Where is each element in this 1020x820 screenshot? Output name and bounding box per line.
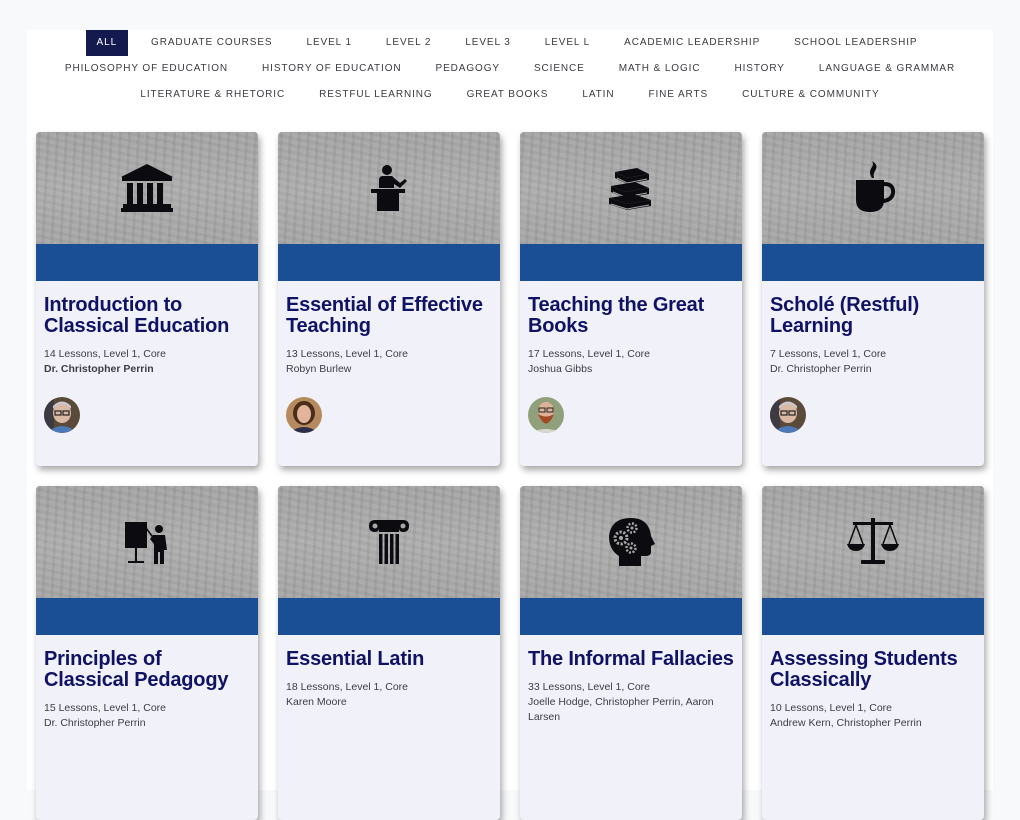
card-band <box>520 244 742 281</box>
course-author: Dr. Christopher Perrin <box>44 717 146 729</box>
course-card[interactable]: Assessing Students Classically 10 Lesson… <box>762 486 984 820</box>
filter-row-3: Literature & Rhetoric Restful Learning G… <box>27 82 993 108</box>
course-meta: 13 Lessons, Level 1, Core <box>286 348 408 360</box>
card-header-image <box>520 486 742 598</box>
filter-level-1[interactable]: Level 1 <box>290 30 369 56</box>
course-card[interactable]: Teaching the Great Books 17 Lessons, Lev… <box>520 132 742 466</box>
coffee-cup-icon <box>856 161 896 212</box>
filter-level-2[interactable]: Level 2 <box>369 30 448 56</box>
filter-academic-leadership[interactable]: Academic Leadership <box>607 30 777 56</box>
avatar-joshua-gibbs <box>528 397 564 433</box>
course-meta: 15 Lessons, Level 1, Core <box>44 702 166 714</box>
card-band <box>278 244 500 281</box>
card-header-image <box>762 132 984 244</box>
course-card[interactable]: Essential of Effective Teaching 13 Lesso… <box>278 132 500 466</box>
card-band <box>278 598 500 635</box>
course-title[interactable]: Essential Latin <box>286 649 492 670</box>
course-title[interactable]: Introduction to Classical Education <box>44 295 250 337</box>
course-author: Andrew Kern, Christopher Perrin <box>770 717 922 729</box>
course-title[interactable]: Scholé (Restful) Learning <box>770 295 976 337</box>
course-card[interactable]: Introduction to Classical Education 14 L… <box>36 132 258 466</box>
card-header-image <box>762 486 984 598</box>
course-card[interactable]: Scholé (Restful) Learning 7 Lessons, Lev… <box>762 132 984 466</box>
course-title[interactable]: Essential of Effective Teaching <box>286 295 492 337</box>
ionic-column-icon <box>369 520 409 564</box>
card-header-image <box>36 486 258 598</box>
course-meta: 18 Lessons, Level 1, Core <box>286 681 408 693</box>
course-title[interactable]: Principles of Classical Pedagogy <box>44 649 250 691</box>
card-band <box>36 598 258 635</box>
filter-fine-arts[interactable]: Fine Arts <box>631 82 725 108</box>
course-author: Joelle Hodge, Christopher Perrin, Aaron … <box>528 696 714 723</box>
teacher-board-icon <box>125 522 167 564</box>
filter-literature-rhetoric[interactable]: Literature & Rhetoric <box>123 82 302 108</box>
course-author: Dr. Christopher Perrin <box>770 363 872 375</box>
filter-history-of-education[interactable]: History of Education <box>245 56 419 82</box>
avatar-christopher-perrin <box>44 397 80 433</box>
category-filter-bar: All Graduate Courses Level 1 Level 2 Lev… <box>27 30 993 108</box>
filter-row-2: Philosophy of Education History of Educa… <box>27 56 993 82</box>
course-catalog-panel: All Graduate Courses Level 1 Level 2 Lev… <box>27 30 993 820</box>
course-card[interactable]: The Informal Fallacies 33 Lessons, Level… <box>520 486 742 820</box>
filter-philosophy-of-education[interactable]: Philosophy of Education <box>48 56 245 82</box>
head-gears-icon <box>609 518 655 566</box>
card-band <box>36 244 258 281</box>
teacher-podium-icon <box>371 165 407 211</box>
course-grid: Introduction to Classical Education 14 L… <box>36 132 984 820</box>
card-band <box>762 244 984 281</box>
card-header-image <box>36 132 258 244</box>
course-meta: 17 Lessons, Level 1, Core <box>528 348 650 360</box>
avatar-christopher-perrin <box>770 397 806 433</box>
filter-science[interactable]: Science <box>517 56 602 82</box>
course-card[interactable]: Principles of Classical Pedagogy 15 Less… <box>36 486 258 820</box>
filter-school-leadership[interactable]: School Leadership <box>777 30 934 56</box>
filter-restful-learning[interactable]: Restful Learning <box>302 82 450 108</box>
course-author: Joshua Gibbs <box>528 363 593 375</box>
card-band <box>520 598 742 635</box>
card-header-image <box>278 486 500 598</box>
card-header-image <box>520 132 742 244</box>
institution-icon <box>121 164 173 212</box>
course-title[interactable]: Teaching the Great Books <box>528 295 734 337</box>
filter-great-books[interactable]: Great Books <box>450 82 566 108</box>
course-meta: 10 Lessons, Level 1, Core <box>770 702 892 714</box>
course-title[interactable]: Assessing Students Classically <box>770 649 976 691</box>
course-title[interactable]: The Informal Fallacies <box>528 649 734 670</box>
filter-graduate-courses[interactable]: Graduate Courses <box>134 30 289 56</box>
course-author: Karen Moore <box>286 696 347 708</box>
scales-icon <box>847 518 899 564</box>
books-stack-icon <box>609 168 651 210</box>
course-card[interactable]: Essential Latin 18 Lessons, Level 1, Cor… <box>278 486 500 820</box>
course-author: Dr. Christopher Perrin <box>44 363 154 375</box>
avatar-robyn-burlew <box>286 397 322 433</box>
filter-math-logic[interactable]: Math & Logic <box>602 56 718 82</box>
card-header-image <box>278 132 500 244</box>
course-meta: 7 Lessons, Level 1, Core <box>770 348 887 360</box>
filter-level-l[interactable]: Level L <box>528 30 607 56</box>
card-band <box>762 598 984 635</box>
course-meta: 14 Lessons, Level 1, Core <box>44 348 166 360</box>
filter-history[interactable]: History <box>717 56 801 82</box>
course-meta: 33 Lessons, Level 1, Core <box>528 681 650 693</box>
filter-all[interactable]: All <box>85 30 129 56</box>
filter-pedagogy[interactable]: Pedagogy <box>419 56 517 82</box>
filter-language-grammar[interactable]: Language & Grammar <box>802 56 972 82</box>
filter-latin[interactable]: Latin <box>565 82 631 108</box>
filter-row-1: All Graduate Courses Level 1 Level 2 Lev… <box>27 30 993 56</box>
filter-level-3[interactable]: Level 3 <box>448 30 527 56</box>
filter-culture-community[interactable]: Culture & Community <box>725 82 896 108</box>
course-author: Robyn Burlew <box>286 363 352 375</box>
